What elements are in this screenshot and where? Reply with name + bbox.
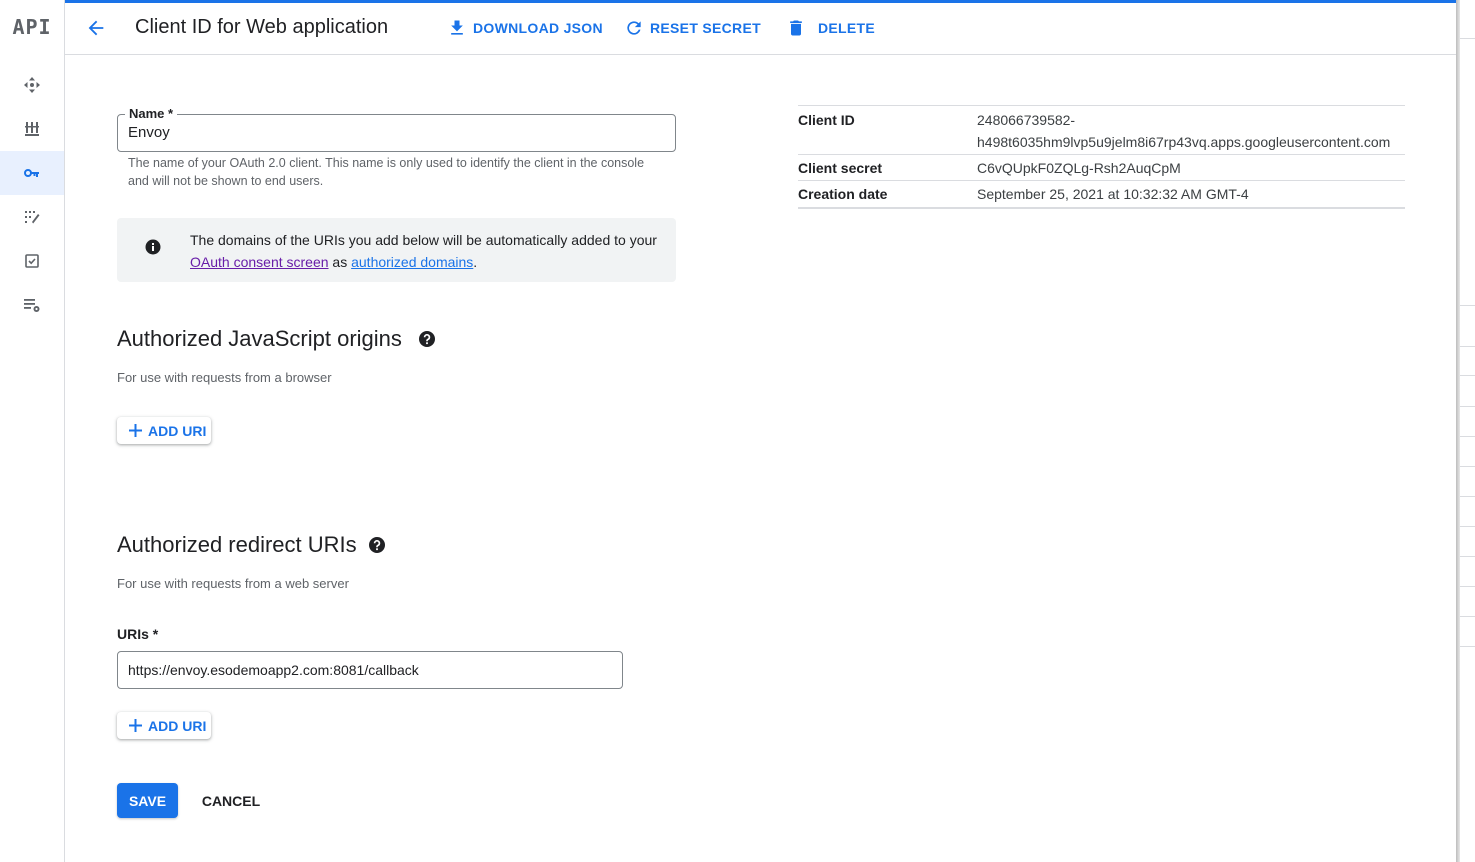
background-divider: [1460, 646, 1475, 647]
nav-item-credentials[interactable]: [0, 151, 64, 195]
client-secret-label: Client secret: [798, 160, 883, 176]
key-icon: [24, 169, 39, 177]
redirect-uris-title: Authorized redirect URIs: [117, 532, 357, 557]
download-json-label: DOWNLOAD JSON: [473, 20, 603, 36]
refresh-icon: [627, 21, 641, 35]
delete-label: DELETE: [818, 20, 876, 36]
info-text-middle: as: [328, 254, 352, 270]
reset-secret-label: RESET SECRET: [650, 20, 761, 36]
dashboard-icon: [24, 77, 40, 93]
background-divider: [1460, 466, 1475, 467]
detail-row-client-secret: Client secret C6vQUpkF0ZQLg-Rsh2AuqCpM: [798, 155, 1405, 181]
client-id-line1: 248066739582-: [977, 112, 1076, 128]
redirect-uri-value[interactable]: https://envoy.esodemoapp2.com:8081/callb…: [128, 662, 419, 678]
background-divider: [1460, 406, 1475, 407]
js-origins-title: Authorized JavaScript origins: [117, 326, 402, 351]
save-button[interactable]: SAVE: [117, 783, 178, 818]
reset-secret-button[interactable]: RESET SECRET: [624, 15, 761, 41]
background-divider: [1460, 496, 1475, 497]
info-icon: [145, 239, 161, 255]
plus-icon: [129, 719, 142, 732]
background-window-edge: [1460, 0, 1475, 862]
oauth-consent-screen-link[interactable]: OAuth consent screen: [190, 254, 329, 270]
background-divider: [1460, 38, 1475, 39]
name-field-value[interactable]: Envoy: [128, 124, 170, 141]
detail-row-creation-date: Creation date September 25, 2021 at 10:3…: [798, 181, 1405, 207]
add-redirect-uri-button[interactable]: ADD URI: [117, 712, 211, 739]
background-divider: [1460, 346, 1475, 347]
background-divider: [1460, 375, 1475, 376]
download-icon: [451, 20, 463, 35]
delete-button[interactable]: DELETE: [786, 15, 875, 41]
nav-item-dashboard[interactable]: [0, 63, 64, 107]
background-divider: [1460, 305, 1475, 306]
background-divider: [1460, 616, 1475, 617]
help-icon[interactable]: [368, 536, 386, 554]
back-button[interactable]: [82, 14, 110, 42]
client-id-value: 248066739582- h498t6035hm9lvp5u9jelm8i67…: [977, 109, 1390, 153]
library-icon: [25, 122, 39, 136]
nav-item-oauth-consent[interactable]: [0, 195, 64, 239]
consent-icon: [25, 211, 40, 224]
add-uri-label: ADD URI: [148, 422, 207, 439]
name-field[interactable]: Name * Envoy: [117, 106, 676, 152]
plus-icon: [129, 424, 142, 437]
background-divider: [1460, 586, 1475, 587]
client-id-line2: h498t6035hm9lvp5u9jelm8i67rp43vq.apps.go…: [977, 134, 1391, 150]
info-text-after: .: [473, 254, 478, 270]
authorized-domains-link[interactable]: authorized domains: [351, 254, 473, 270]
redirect-uris-subtitle: For use with requests from a web server: [117, 576, 349, 591]
info-banner: The domains of the URIs you add below wi…: [117, 218, 676, 282]
info-banner-text: The domains of the URIs you add below wi…: [190, 229, 660, 273]
page-title: Client ID for Web application: [135, 16, 389, 38]
left-nav-rail: API: [0, 0, 65, 862]
api-logo[interactable]: API: [0, 0, 64, 54]
download-json-button[interactable]: DOWNLOAD JSON: [447, 15, 603, 41]
detail-row-client-id: Client ID 248066739582- h498t6035hm9lvp5…: [798, 106, 1405, 155]
name-field-label: Name *: [125, 106, 178, 121]
cancel-button[interactable]: CANCEL: [193, 783, 269, 818]
creation-date-value: September 25, 2021 at 10:32:32 AM GMT-4: [977, 186, 1249, 202]
redirect-uri-input[interactable]: https://envoy.esodemoapp2.com:8081/callb…: [117, 651, 623, 689]
add-js-origin-uri-button[interactable]: ADD URI: [117, 417, 211, 444]
background-divider: [1460, 526, 1475, 527]
arrow-back-icon: [88, 20, 104, 36]
nav-item-library[interactable]: [0, 107, 64, 151]
client-details-table: Client ID 248066739582- h498t6035hm9lvp5…: [798, 105, 1405, 209]
nav-item-page-usage[interactable]: [0, 283, 64, 327]
creation-date-label: Creation date: [798, 186, 888, 202]
uris-label: URIs *: [117, 626, 159, 642]
add-uri-label: ADD URI: [148, 717, 207, 734]
name-field-hint: The name of your OAuth 2.0 client. This …: [128, 156, 645, 188]
checkbox-icon: [25, 254, 39, 268]
trash-icon: [790, 20, 802, 36]
background-divider: [1460, 436, 1475, 437]
nav-item-domain-verification[interactable]: [0, 239, 64, 283]
settings-list-icon: [24, 299, 40, 312]
help-icon[interactable]: [418, 330, 436, 348]
client-secret-value: C6vQUpkF0ZQLg-Rsh2AuqCpM: [977, 160, 1181, 176]
js-origins-subtitle: For use with requests from a browser: [117, 370, 332, 385]
app-window: API Client ID for Web application DOWNLO…: [0, 0, 1458, 862]
page-header: Client ID for Web application DOWNLOAD J…: [65, 0, 1458, 55]
background-divider: [1460, 556, 1475, 557]
info-text-before: The domains of the URIs you add below wi…: [190, 232, 657, 248]
client-id-label: Client ID: [798, 112, 855, 128]
